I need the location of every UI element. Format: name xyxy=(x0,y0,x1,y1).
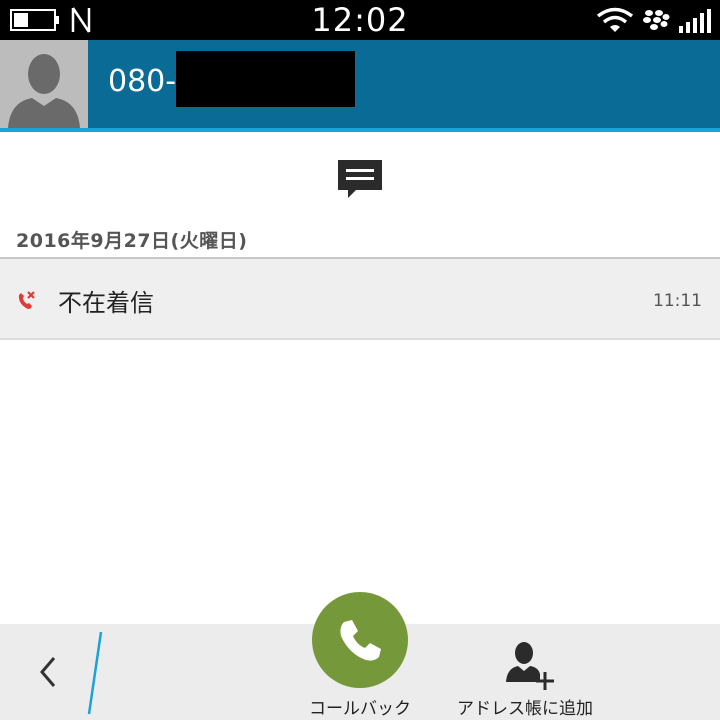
phone-icon xyxy=(340,620,381,661)
callback-button[interactable] xyxy=(312,592,408,688)
call-type-label: 不在着信 xyxy=(58,289,154,317)
signal-icon xyxy=(679,9,711,33)
wifi-icon xyxy=(596,7,634,32)
add-contact-label[interactable]: アドレス帳に追加 xyxy=(440,694,610,719)
action-bar-divider xyxy=(87,631,103,715)
blackberry-icon xyxy=(643,10,670,30)
missed-call-icon xyxy=(18,291,35,309)
callback-label[interactable]: コールバック xyxy=(290,694,430,719)
default-contact-avatar-icon xyxy=(0,40,88,128)
call-log-date: 2016年9月27日(火曜日) xyxy=(16,230,248,252)
contact-phone-number: 080- xyxy=(108,64,177,99)
call-time: 11:11 xyxy=(653,291,702,311)
redacted-number-block xyxy=(176,51,355,107)
contact-avatar[interactable] xyxy=(0,40,88,128)
header-accent-line xyxy=(0,128,720,132)
status-bar: 12:02 xyxy=(0,0,720,40)
call-log-row[interactable]: 不在着信 11:11 xyxy=(0,257,720,340)
message-icon[interactable] xyxy=(338,158,382,202)
back-chevron-icon[interactable] xyxy=(30,650,70,694)
add-contact-icon[interactable] xyxy=(502,640,556,690)
